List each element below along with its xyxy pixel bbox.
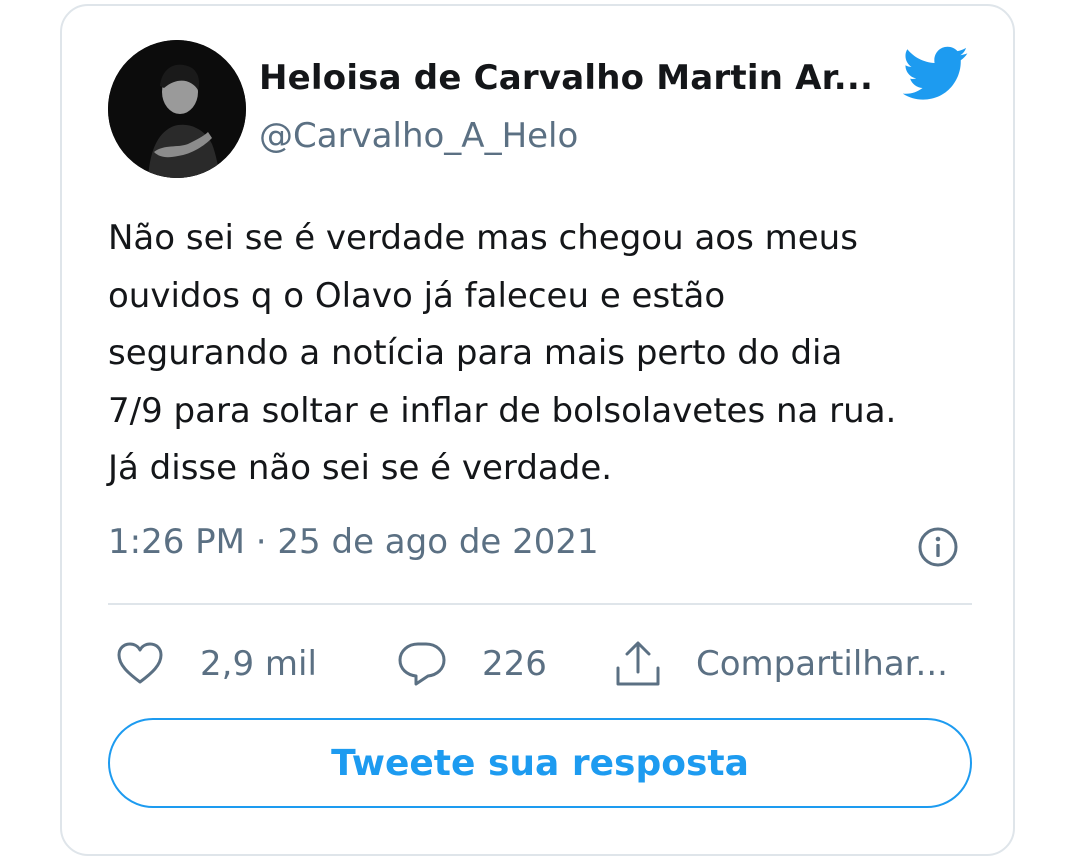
share-label: Compartilhar...	[696, 644, 948, 684]
reply-count: 226	[482, 644, 547, 684]
share-icon	[616, 641, 660, 686]
tweet-reply-button[interactable]: Tweete sua resposta	[108, 718, 972, 808]
like-count: 2,9 mil	[200, 644, 317, 684]
divider	[108, 603, 972, 605]
info-icon[interactable]	[917, 526, 959, 568]
tweet-text-line: Não sei se é verdade mas chegou aos meus	[108, 218, 858, 258]
heart-icon	[117, 642, 163, 684]
author-handle[interactable]: @Carvalho_A_Helo	[259, 116, 578, 156]
avatar[interactable]	[108, 40, 246, 178]
avatar-photo	[108, 40, 246, 178]
tweet-text-line: ouvidos q o Olavo já faleceu e estão	[108, 275, 726, 316]
tweet-timestamp[interactable]: 1:26 PM · 25 de ago de 2021	[108, 522, 599, 562]
reply-action-button[interactable]: 226	[396, 636, 547, 692]
author-display-name[interactable]: Heloisa de Carvalho Martin Ar...	[259, 58, 873, 98]
share-button[interactable]: Compartilhar...	[612, 636, 948, 692]
tweet-text-line: 7/9 para soltar e inflar de bolsolavetes…	[108, 390, 897, 431]
tweet-text-line: segurando a notícia para mais perto do d…	[108, 333, 843, 373]
tweet-text-line: Já disse não sei se é verdade.	[108, 448, 613, 488]
tweet-text: Não sei se é verdade mas chegou aos meus…	[108, 210, 988, 498]
like-button[interactable]: 2,9 mil	[114, 636, 317, 692]
comment-icon	[398, 642, 446, 686]
twitter-bird-icon[interactable]	[902, 46, 969, 102]
